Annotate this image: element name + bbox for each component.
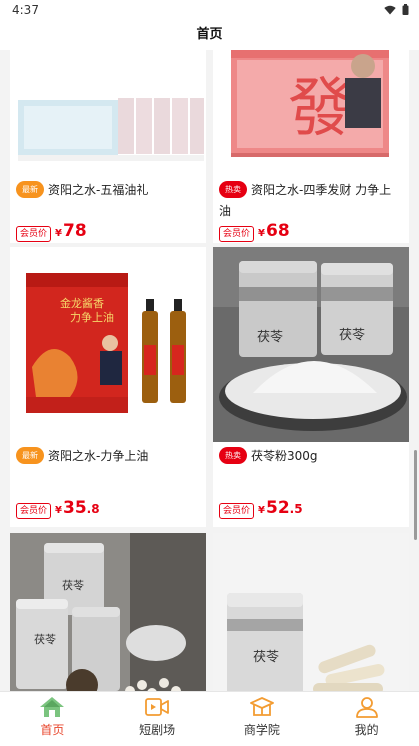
price-decimal: .8 (86, 502, 100, 516)
tab-business-school-label: 商学院 (243, 723, 280, 737)
product-image: 茯苓 茯苓 (10, 533, 206, 691)
jar-label-vertical: 茯苓 (34, 632, 56, 646)
jar-label: 茯苓 (62, 578, 84, 592)
product-image: 發 (213, 50, 409, 170)
bottom-tab-bar: 首页 短剧场 商学院 我的 (0, 691, 419, 746)
currency-symbol: ¥ (55, 228, 62, 239)
product-grid[interactable]: 最新 资阳之水-五福油礼 会员价 ¥ 78 發 热卖 资阳之水-四季发财 力争上油 (0, 50, 419, 691)
product-image (10, 50, 206, 170)
home-icon (40, 697, 65, 717)
product-name-row: 最新 资阳之水-力争上油 (16, 446, 200, 467)
tab-mine-label: 我的 (354, 723, 379, 737)
price-row: 会员价 ¥ 68 (219, 221, 290, 242)
box-brand-text: 金龙酱香 (60, 296, 104, 310)
user-icon (355, 697, 378, 718)
product-card[interactable]: 發 热卖 资阳之水-四季发财 力争上油 会员价 ¥ 68 (213, 50, 409, 243)
box-slogan-text: 力争上油 (70, 310, 114, 324)
price-decimal: .5 (289, 502, 303, 516)
tag-hot: 热卖 (219, 181, 247, 198)
tag-new: 最新 (16, 447, 44, 464)
product-card[interactable]: 最新 资阳之水-五福油礼 会员价 ¥ 78 (10, 50, 206, 243)
price-integer: 78 (62, 221, 87, 241)
product-name: 茯苓粉300g (251, 449, 318, 463)
battery-icon (402, 4, 409, 15)
currency-symbol: ¥ (258, 505, 265, 516)
product-image: 茯苓 茯苓 (213, 247, 409, 442)
product-card[interactable]: 茯苓 茯苓 (10, 533, 206, 691)
jar-label-left: 茯苓 (257, 330, 283, 345)
product-card[interactable]: 金龙酱香 力争上油 最新 资阳之水-力争上油 会员价 ¥ 35 .8 (10, 247, 206, 527)
price-row: 会员价 ¥ 52 .5 (219, 498, 303, 519)
product-name: 资阳之水-五福油礼 (48, 183, 149, 197)
wifi-icon (384, 5, 396, 14)
jar-label-right: 茯苓 (339, 328, 365, 343)
tag-hot: 热卖 (219, 447, 247, 464)
member-price-badge: 会员价 (16, 226, 52, 242)
member-price-badge: 会员价 (219, 226, 255, 242)
product-name: 资阳之水-力争上油 (48, 449, 149, 463)
currency-symbol: ¥ (55, 505, 62, 516)
price-integer: 68 (265, 221, 290, 241)
tab-business-school[interactable]: 商学院 (210, 692, 315, 746)
member-price-badge: 会员价 (16, 503, 52, 519)
price-row: 会员价 ¥ 35 .8 (16, 498, 100, 519)
tab-short-drama[interactable]: 短剧场 (105, 692, 210, 746)
price-row: 会员价 ¥ 78 (16, 221, 87, 242)
product-name-row: 热卖 茯苓粉300g (219, 446, 403, 467)
tab-home-label: 首页 (40, 723, 65, 737)
price-integer: 35 (62, 498, 87, 518)
product-card[interactable]: 茯苓 (213, 533, 409, 691)
page-title: 首页 (196, 27, 223, 42)
price-integer: 52 (265, 498, 290, 518)
school-icon (249, 697, 274, 716)
jar-label: 茯苓 (253, 650, 279, 665)
tab-short-drama-label: 短剧场 (139, 723, 176, 737)
status-time: 4:37 (12, 3, 39, 17)
tab-mine[interactable]: 我的 (314, 692, 419, 746)
status-bar: 4:37 (0, 0, 419, 20)
product-image: 茯苓 (213, 533, 409, 691)
product-image: 金龙酱香 力争上油 (10, 247, 206, 442)
product-name-row: 热卖 资阳之水-四季发财 力争上油 (219, 180, 403, 222)
fa-character: 發 (288, 72, 352, 146)
video-icon (145, 698, 170, 716)
product-name-row: 最新 资阳之水-五福油礼 (16, 180, 200, 201)
product-card[interactable]: 茯苓 茯苓 热卖 茯苓粉300g 会员价 ¥ 52 .5 (213, 247, 409, 527)
tab-home[interactable]: 首页 (0, 692, 105, 746)
member-price-badge: 会员价 (219, 503, 255, 519)
status-icons (384, 4, 409, 15)
tag-new: 最新 (16, 181, 44, 198)
scrollbar[interactable] (414, 450, 417, 540)
currency-symbol: ¥ (258, 228, 265, 239)
top-header: 首页 (0, 20, 419, 50)
